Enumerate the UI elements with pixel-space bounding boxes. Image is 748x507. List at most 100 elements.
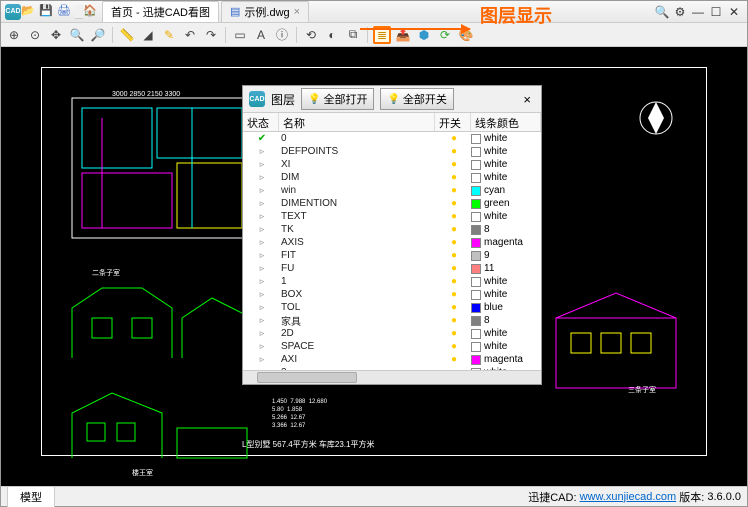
col-name[interactable]: 名称 bbox=[279, 113, 435, 131]
switch-icon[interactable]: ● bbox=[437, 276, 471, 287]
tab-home[interactable]: 首页 - 迅捷CAD看图 bbox=[102, 1, 219, 23]
switch-icon[interactable]: ● bbox=[437, 263, 471, 274]
layer-name: FIT bbox=[279, 250, 437, 261]
switch-icon[interactable]: ● bbox=[437, 237, 471, 248]
switch-icon[interactable]: ● bbox=[437, 328, 471, 339]
close-button[interactable]: ✕ bbox=[725, 4, 743, 20]
print-icon[interactable]: 🖨 bbox=[57, 4, 73, 20]
measure-dist-icon[interactable]: 📏 bbox=[118, 26, 136, 44]
search-icon[interactable]: 🔍 bbox=[653, 4, 671, 20]
horizontal-scrollbar[interactable] bbox=[243, 370, 541, 384]
layer-color[interactable]: cyan bbox=[471, 185, 539, 196]
layer-color[interactable]: magenta bbox=[471, 237, 539, 248]
layer-row[interactable]: ✔0●white bbox=[243, 132, 541, 145]
layer-color[interactable]: 8 bbox=[471, 224, 539, 235]
text-icon[interactable]: A bbox=[252, 26, 270, 44]
layer-row[interactable]: ▹DIM●white bbox=[243, 171, 541, 184]
layer-color[interactable]: white bbox=[471, 172, 539, 183]
layer-color[interactable]: white bbox=[471, 159, 539, 170]
dialog-close-button[interactable]: × bbox=[519, 92, 535, 107]
switch-icon[interactable]: ● bbox=[437, 146, 471, 157]
layer-color[interactable]: white bbox=[471, 211, 539, 222]
layer-color[interactable]: magenta bbox=[471, 354, 539, 365]
minimize-button[interactable]: — bbox=[689, 4, 707, 20]
switch-icon[interactable]: ● bbox=[437, 354, 471, 365]
find-icon[interactable]: ⓘ bbox=[273, 26, 291, 44]
switch-icon[interactable]: ● bbox=[437, 185, 471, 196]
settings-icon[interactable]: ⚙ bbox=[671, 4, 689, 20]
measure-area-icon[interactable]: ◢ bbox=[139, 26, 157, 44]
zoom-window-icon[interactable]: ⊕ bbox=[5, 26, 23, 44]
switch-icon[interactable]: ● bbox=[437, 198, 471, 209]
layer-row[interactable]: ▹win●cyan bbox=[243, 184, 541, 197]
layer-row[interactable]: ▹AXI●magenta bbox=[243, 353, 541, 366]
layer-row[interactable]: ▹DEFPOINTS●white bbox=[243, 145, 541, 158]
switch-icon[interactable]: ● bbox=[437, 341, 471, 352]
rotate-icon[interactable]: ⟲ bbox=[302, 26, 320, 44]
layer-color[interactable]: white bbox=[471, 133, 539, 144]
scrollbar-thumb[interactable] bbox=[257, 372, 357, 383]
layer-name: 家具 bbox=[279, 313, 437, 328]
layer-color[interactable]: green bbox=[471, 198, 539, 209]
open-icon[interactable]: 📂 bbox=[21, 4, 37, 20]
zoom-in-icon[interactable]: 🔍 bbox=[68, 26, 86, 44]
layer-row[interactable]: ▹SPACE●white bbox=[243, 340, 541, 353]
layer-color[interactable]: blue bbox=[471, 302, 539, 313]
switch-icon[interactable]: ● bbox=[437, 224, 471, 235]
col-color[interactable]: 线条颜色 bbox=[471, 113, 541, 131]
redo-icon[interactable]: ↷ bbox=[202, 26, 220, 44]
pan-icon[interactable]: ✥ bbox=[47, 26, 65, 44]
layer-row[interactable]: ▹FIT●9 bbox=[243, 249, 541, 262]
state-icon: ▹ bbox=[245, 172, 279, 183]
switch-icon[interactable]: ● bbox=[437, 250, 471, 261]
col-switch[interactable]: 开关 bbox=[435, 113, 471, 131]
layer-row[interactable]: ▹AXIS●magenta bbox=[243, 236, 541, 249]
bulb-icon: 💡 bbox=[308, 94, 320, 105]
bulb-icon: 💡 bbox=[387, 94, 399, 105]
edit-icon[interactable]: ✎ bbox=[160, 26, 178, 44]
layer-row[interactable]: ▹DIMENTION●green bbox=[243, 197, 541, 210]
tab-file[interactable]: ▤ 示例.dwg × bbox=[221, 1, 309, 23]
elevation-2 bbox=[62, 378, 262, 468]
switch-icon[interactable]: ● bbox=[437, 133, 471, 144]
layer-color[interactable]: 11 bbox=[471, 263, 539, 274]
layer-color[interactable]: white bbox=[471, 146, 539, 157]
close-tab-icon[interactable]: × bbox=[294, 6, 300, 18]
switch-icon[interactable]: ● bbox=[437, 315, 471, 326]
switch-icon[interactable]: ● bbox=[437, 172, 471, 183]
switch-icon[interactable]: ● bbox=[437, 289, 471, 300]
layer-row[interactable]: ▹1●white bbox=[243, 275, 541, 288]
layer-row[interactable]: ▹FU●11 bbox=[243, 262, 541, 275]
layer-color[interactable]: white bbox=[471, 341, 539, 352]
switch-icon[interactable]: ● bbox=[437, 159, 471, 170]
color-icon[interactable]: ◐ bbox=[323, 26, 341, 44]
zoom-extents-icon[interactable]: ⊙ bbox=[26, 26, 44, 44]
layer-color[interactable]: 9 bbox=[471, 250, 539, 261]
window-icon[interactable]: ▭ bbox=[231, 26, 249, 44]
layer-row[interactable]: ▹TK●8 bbox=[243, 223, 541, 236]
col-state[interactable]: 状态 bbox=[243, 113, 279, 131]
close-all-button[interactable]: 💡 全部开关 bbox=[380, 88, 453, 110]
layer-color[interactable]: white bbox=[471, 328, 539, 339]
switch-icon[interactable]: ● bbox=[437, 302, 471, 313]
undo-icon[interactable]: ↶ bbox=[181, 26, 199, 44]
layer-name: TEXT bbox=[279, 211, 437, 222]
layer-row[interactable]: ▹2D●white bbox=[243, 327, 541, 340]
model-tab[interactable]: 模型 bbox=[7, 486, 55, 507]
switch-icon[interactable]: ● bbox=[437, 211, 471, 222]
layer-row[interactable]: ▹TEXT●white bbox=[243, 210, 541, 223]
save-icon[interactable]: 💾 bbox=[39, 4, 55, 20]
home-icon[interactable]: 🏠 bbox=[83, 4, 99, 20]
layer-color[interactable]: white bbox=[471, 276, 539, 287]
version-label: 版本: bbox=[679, 489, 704, 505]
layer-row[interactable]: ▹XI●white bbox=[243, 158, 541, 171]
open-all-button[interactable]: 💡 全部打开 bbox=[301, 88, 374, 110]
zoom-out-icon[interactable]: 🔎 bbox=[89, 26, 107, 44]
layer-row[interactable]: ▹家具●8 bbox=[243, 314, 541, 327]
maximize-button[interactable]: ☐ bbox=[707, 4, 725, 20]
layer-list[interactable]: ✔0●white▹DEFPOINTS●white▹XI●white▹DIM●wh… bbox=[243, 132, 541, 370]
layer-color[interactable]: 8 bbox=[471, 315, 539, 326]
layer-color[interactable]: white bbox=[471, 289, 539, 300]
layer-row[interactable]: ▹BOX●white bbox=[243, 288, 541, 301]
brand-link[interactable]: www.xunjiecad.com bbox=[580, 491, 677, 503]
